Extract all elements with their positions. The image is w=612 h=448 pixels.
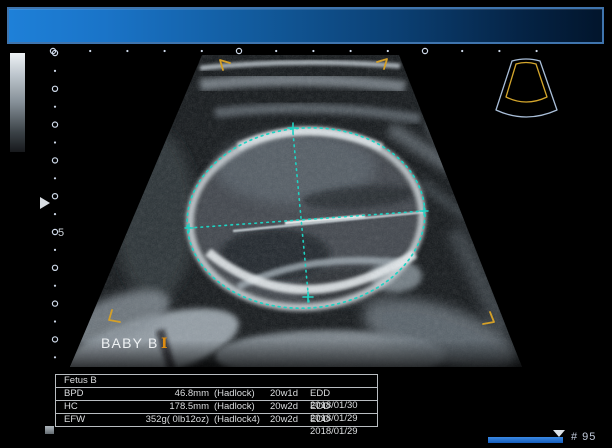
- ruler-major-tick: [52, 122, 57, 127]
- ruler-minor-tick: [54, 285, 56, 287]
- ruler-major-tick: [52, 229, 57, 234]
- ruler-minor-tick: [54, 213, 56, 215]
- frame-counter: # 95: [571, 431, 596, 443]
- ruler-minor-tick: [350, 50, 352, 52]
- ruler-minor-tick: [536, 50, 538, 52]
- measurement-ga: 20w2d: [265, 414, 307, 438]
- ruler-minor-tick: [54, 356, 56, 358]
- top-ruler: [50, 48, 537, 53]
- ruler-major-tick: [422, 48, 427, 53]
- ultrasound-screen: 5: [0, 0, 612, 448]
- ruler-minor-tick: [312, 50, 314, 52]
- ruler-minor-tick: [54, 177, 56, 179]
- ruler-minor-tick: [461, 50, 463, 52]
- measurement-value: 352g( 0lb12oz): [100, 414, 209, 438]
- measurement-table: Fetus B BPD 46.8mm (Hadlock) 20w1d EDD 2…: [55, 374, 378, 427]
- probe-sector-icon: [496, 59, 557, 117]
- ruler-major-tick: [236, 48, 241, 53]
- focus-marker-icon[interactable]: [40, 197, 50, 209]
- measurement-formula: (Hadlock4): [209, 414, 265, 438]
- text-cursor: I: [161, 336, 168, 352]
- ruler-minor-tick: [126, 50, 128, 52]
- ruler-major-tick: [52, 265, 57, 270]
- ruler-minor-tick: [498, 50, 500, 52]
- ruler-minor-tick: [164, 50, 166, 52]
- ruler-minor-tick: [89, 50, 91, 52]
- ruler-minor-tick: [54, 249, 56, 251]
- measurement-row-bpd: BPD 46.8mm (Hadlock) 20w1d EDD 2018/01/3…: [56, 388, 377, 400]
- cine-progress-bar[interactable]: [488, 437, 563, 443]
- ruler-minor-tick: [54, 70, 56, 72]
- annotation-label[interactable]: BABY B: [101, 335, 159, 351]
- table-move-handle[interactable]: [45, 426, 54, 434]
- measurement-row-hc: HC 178.5mm (Hadlock) 20w2d EDD 2018/01/2…: [56, 400, 377, 413]
- ruler-minor-tick: [387, 50, 389, 52]
- ruler-major-tick: [52, 86, 57, 91]
- ruler-minor-tick: [201, 50, 203, 52]
- depth-label: 5: [58, 227, 64, 239]
- ruler-minor-tick: [54, 106, 56, 108]
- cine-position-marker-icon[interactable]: [553, 430, 565, 437]
- grayscale-bar: [10, 53, 25, 152]
- measurement-edd: EDD 2018/01/29: [307, 414, 377, 438]
- ruler-major-tick: [52, 337, 57, 342]
- measurement-name: EFW: [56, 414, 100, 438]
- ruler-minor-tick: [54, 320, 56, 322]
- measurement-row-efw: EFW 352g( 0lb12oz) (Hadlock4) 20w2d EDD …: [56, 413, 377, 426]
- measurement-table-header: Fetus B: [56, 375, 377, 388]
- left-ruler: [52, 50, 57, 358]
- ruler-minor-tick: [275, 50, 277, 52]
- ruler-major-tick: [52, 158, 57, 163]
- ruler-major-tick: [52, 194, 57, 199]
- ruler-major-tick: [52, 301, 57, 306]
- ruler-minor-tick: [54, 141, 56, 143]
